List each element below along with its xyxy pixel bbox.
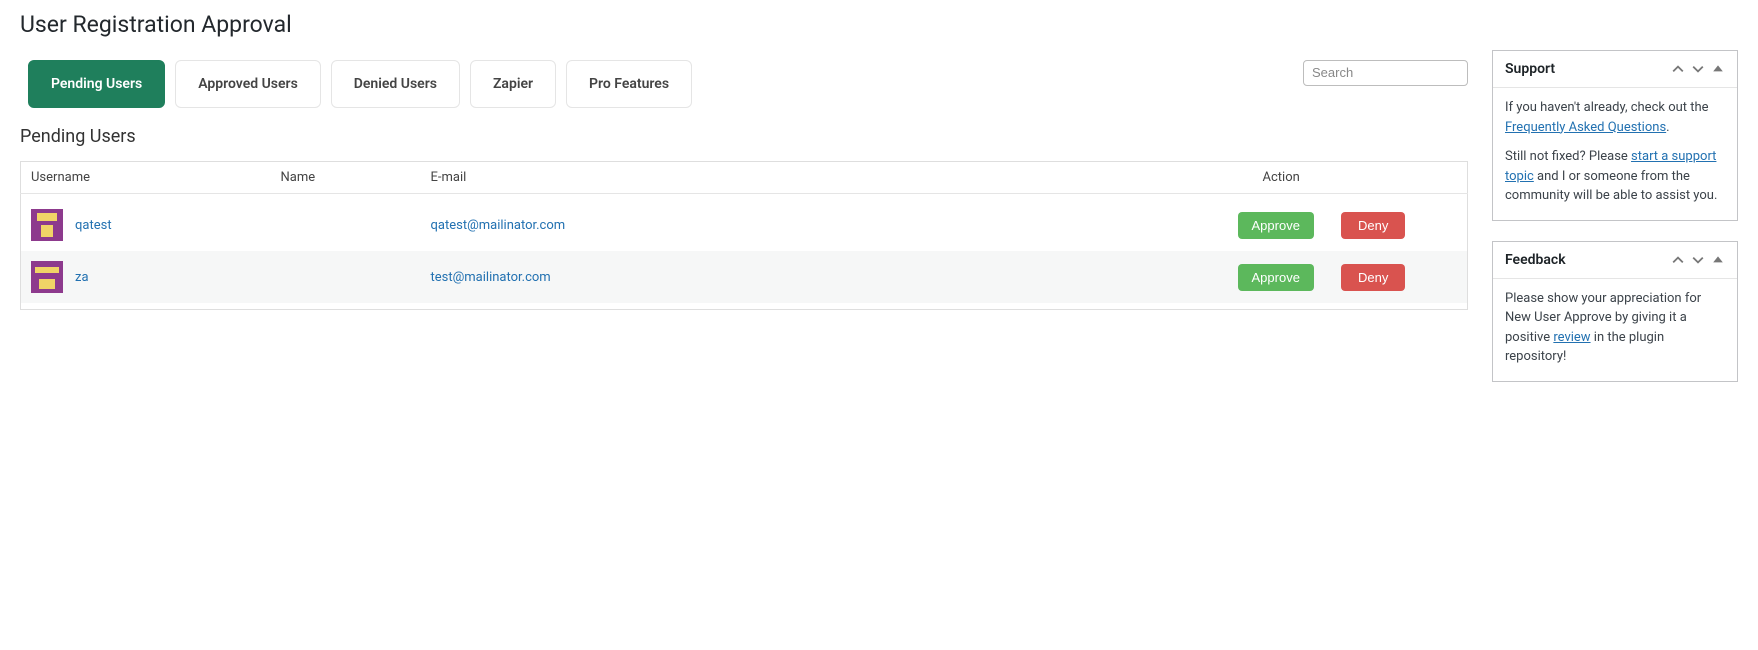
- tab-denied-users[interactable]: Denied Users: [331, 60, 460, 108]
- review-link[interactable]: review: [1553, 330, 1590, 345]
- tabs: Pending Users Approved Users Denied User…: [28, 60, 692, 108]
- name-cell: [271, 199, 421, 251]
- caret-up-icon[interactable]: [1711, 253, 1725, 267]
- col-username: Username: [21, 161, 271, 193]
- support-text-2: Still not fixed? Please start a support …: [1505, 147, 1725, 206]
- deny-button[interactable]: Deny: [1341, 212, 1405, 239]
- col-action: Action: [1228, 161, 1468, 193]
- support-panel: Support If you haven't already, check ou…: [1492, 50, 1738, 221]
- username-link[interactable]: za: [75, 270, 89, 285]
- chevron-down-icon[interactable]: [1691, 62, 1705, 76]
- deny-button[interactable]: Deny: [1341, 264, 1405, 291]
- faq-link[interactable]: Frequently Asked Questions: [1505, 120, 1666, 135]
- page-title: User Registration Approval: [20, 10, 1468, 40]
- tab-zapier[interactable]: Zapier: [470, 60, 556, 108]
- sidebar: Support If you haven't already, check ou…: [1492, 50, 1738, 402]
- col-email: E-mail: [421, 161, 1228, 193]
- support-text-1: If you haven't already, check out the Fr…: [1505, 98, 1725, 137]
- col-name: Name: [271, 161, 421, 193]
- table-row: za test@mailinator.com Approve Deny: [21, 251, 1468, 303]
- approve-button[interactable]: Approve: [1238, 212, 1314, 239]
- avatar: [31, 209, 63, 241]
- caret-up-icon[interactable]: [1711, 62, 1725, 76]
- chevron-up-icon[interactable]: [1671, 253, 1685, 267]
- feedback-panel: Feedback Please show your appreciation f…: [1492, 241, 1738, 382]
- tab-pending-users[interactable]: Pending Users: [28, 60, 165, 108]
- username-link[interactable]: qatest: [75, 218, 112, 233]
- email-link[interactable]: test@mailinator.com: [431, 270, 551, 285]
- tab-pro-features[interactable]: Pro Features: [566, 60, 692, 108]
- table-row: qatest qatest@mailinator.com Approve Den…: [21, 199, 1468, 251]
- tab-approved-users[interactable]: Approved Users: [175, 60, 321, 108]
- search-input[interactable]: [1303, 60, 1468, 86]
- avatar: [31, 261, 63, 293]
- name-cell: [271, 251, 421, 303]
- approve-button[interactable]: Approve: [1238, 264, 1314, 291]
- email-link[interactable]: qatest@mailinator.com: [431, 218, 566, 233]
- toolbar: Pending Users Approved Users Denied User…: [20, 60, 1468, 108]
- feedback-title: Feedback: [1505, 252, 1566, 268]
- chevron-down-icon[interactable]: [1691, 253, 1705, 267]
- support-title: Support: [1505, 61, 1555, 77]
- pending-users-table: Username Name E-mail Action qatest: [20, 161, 1468, 310]
- chevron-up-icon[interactable]: [1671, 62, 1685, 76]
- section-title: Pending Users: [20, 126, 1468, 147]
- feedback-text: Please show your appreciation for New Us…: [1505, 289, 1725, 367]
